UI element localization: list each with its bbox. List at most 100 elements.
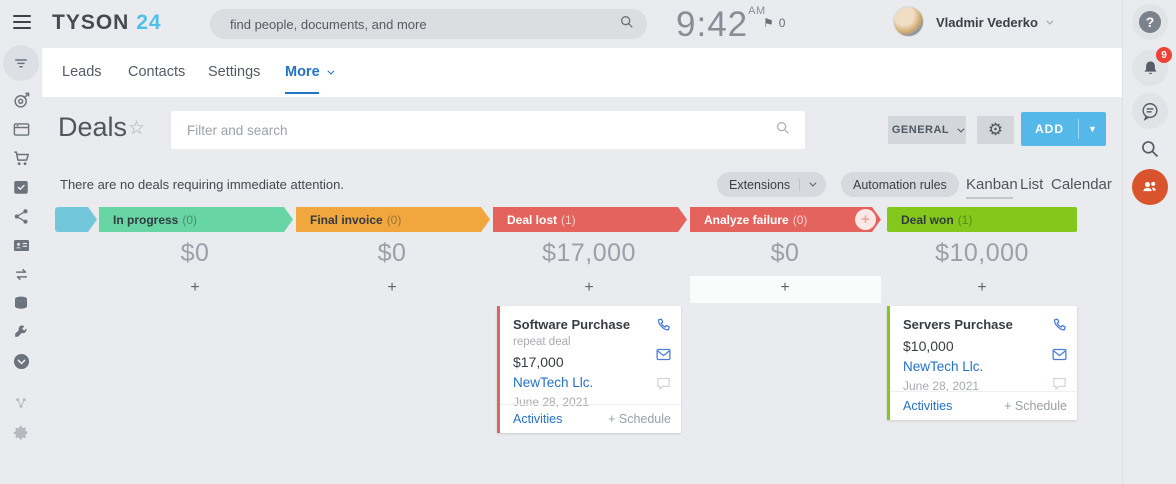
chat-button[interactable] bbox=[1132, 93, 1168, 129]
extensions-button[interactable]: Extensions bbox=[717, 172, 826, 197]
add-dropdown-caret[interactable]: ▼ bbox=[1079, 124, 1106, 134]
phone-icon[interactable] bbox=[1051, 317, 1068, 339]
filter-search-box[interactable] bbox=[171, 111, 805, 149]
column-total: $17,000 bbox=[542, 239, 636, 268]
sidebar-item-contacts[interactable] bbox=[10, 235, 32, 255]
stage-count: (0) bbox=[793, 213, 808, 227]
column-total: $10,000 bbox=[935, 239, 1029, 268]
global-search[interactable] bbox=[210, 9, 647, 39]
schedule-link[interactable]: + Schedule bbox=[1004, 399, 1067, 413]
tab-settings[interactable]: Settings bbox=[208, 64, 260, 80]
share-network-icon bbox=[12, 207, 31, 226]
people-icon bbox=[1140, 177, 1160, 197]
stage-final-invoice[interactable]: Final invoice (0) bbox=[296, 207, 490, 232]
help-icon: ? bbox=[1139, 11, 1161, 33]
settings-gear-button[interactable]: ⚙ bbox=[977, 116, 1014, 144]
view-calendar[interactable]: Calendar bbox=[1051, 176, 1112, 193]
sidebar-item-storage[interactable] bbox=[10, 293, 32, 313]
active-view-underline bbox=[966, 197, 1013, 199]
wrench-icon bbox=[13, 324, 30, 341]
deal-title[interactable]: Servers Purchase bbox=[903, 317, 1065, 332]
gear-icon: ⚙ bbox=[988, 120, 1003, 140]
user-avatar[interactable] bbox=[893, 6, 924, 37]
add-stage-button[interactable]: + bbox=[855, 209, 876, 230]
left-icon-rail bbox=[0, 48, 42, 484]
tab-contacts[interactable]: Contacts bbox=[128, 64, 185, 80]
automation-rules-button[interactable]: Automation rules bbox=[841, 172, 959, 197]
chevron-down-icon bbox=[810, 180, 817, 187]
sidebar-item-structure[interactable] bbox=[10, 393, 32, 413]
view-list[interactable]: List bbox=[1020, 176, 1043, 193]
tab-leads[interactable]: Leads bbox=[62, 64, 102, 80]
stage-name: Deal lost bbox=[507, 213, 557, 227]
stage-name: Analyze failure bbox=[704, 213, 789, 227]
deal-company-link[interactable]: NewTech Llc. bbox=[513, 375, 669, 390]
deal-contact-actions bbox=[1051, 317, 1068, 397]
search-icon bbox=[619, 14, 635, 35]
stage-stub[interactable] bbox=[55, 207, 97, 232]
stage-analyze-failure[interactable]: Analyze failure (0) bbox=[690, 207, 881, 232]
email-icon[interactable] bbox=[1051, 346, 1068, 368]
stage-deal-won[interactable]: Deal won (1) bbox=[887, 207, 1077, 232]
tab-more[interactable]: More bbox=[285, 64, 332, 80]
page-title: Deals bbox=[58, 112, 127, 143]
quick-add-deal-button[interactable]: + bbox=[977, 279, 986, 297]
sidebar-item-filter[interactable] bbox=[3, 45, 39, 81]
quick-add-deal-button[interactable]: + bbox=[584, 279, 593, 297]
tab-more-label: More bbox=[285, 64, 320, 80]
global-search-input[interactable] bbox=[230, 17, 619, 32]
activities-link[interactable]: Activities bbox=[513, 412, 562, 426]
automation-label: Automation rules bbox=[853, 178, 947, 192]
quick-add-deal-button[interactable]: + bbox=[190, 279, 199, 297]
extensions-label: Extensions bbox=[729, 178, 790, 192]
deal-card-footer: Activities + Schedule bbox=[890, 391, 1077, 420]
filter-search-input[interactable] bbox=[187, 123, 775, 138]
general-dropdown-button[interactable]: GENERAL bbox=[888, 116, 966, 144]
attention-message: There are no deals requiring immediate a… bbox=[60, 177, 344, 192]
activities-link[interactable]: Activities bbox=[903, 399, 952, 413]
sidebar-item-shop[interactable] bbox=[10, 148, 32, 168]
stage-name: Deal won bbox=[901, 213, 954, 227]
notifications-button[interactable]: 9 bbox=[1132, 50, 1168, 86]
hamburger-menu-icon[interactable] bbox=[13, 15, 31, 29]
stage-name: In progress bbox=[113, 213, 178, 227]
flag-icon: ⚑ bbox=[763, 16, 774, 30]
stage-in-progress[interactable]: In progress (0) bbox=[99, 207, 293, 232]
filter-icon bbox=[12, 54, 30, 72]
favorite-star-icon[interactable]: ☆ bbox=[128, 117, 145, 140]
clock[interactable]: 9:42AM bbox=[676, 5, 766, 45]
quick-add-deal-button[interactable]: + bbox=[780, 279, 789, 297]
deal-title[interactable]: Software Purchase bbox=[513, 317, 669, 332]
sidebar-item-tasks[interactable] bbox=[10, 177, 32, 197]
search-icon bbox=[1140, 139, 1160, 159]
stage-name: Final invoice bbox=[310, 213, 383, 227]
quick-add-deal-button[interactable]: + bbox=[387, 279, 396, 297]
column-total: $0 bbox=[181, 239, 210, 268]
chevron-down-icon bbox=[958, 125, 965, 132]
panel-search-button[interactable] bbox=[1132, 136, 1168, 162]
deal-company-link[interactable]: NewTech Llc. bbox=[903, 359, 1065, 374]
phone-icon[interactable] bbox=[655, 317, 672, 339]
view-kanban[interactable]: Kanban bbox=[966, 176, 1018, 193]
sidebar-item-more[interactable] bbox=[10, 351, 32, 371]
sidebar-item-target[interactable] bbox=[10, 90, 32, 110]
sidebar-item-settings-tools[interactable] bbox=[10, 322, 32, 342]
flag-counter[interactable]: ⚑ 0 bbox=[763, 16, 785, 30]
stage-deal-lost[interactable]: Deal lost (1) bbox=[493, 207, 687, 232]
add-button[interactable]: ADD ▼ bbox=[1021, 112, 1106, 146]
sidebar-item-network[interactable] bbox=[10, 206, 32, 226]
help-button[interactable]: ? bbox=[1132, 4, 1168, 40]
sidebar-item-sites[interactable] bbox=[10, 119, 32, 139]
deal-card-servers-purchase[interactable]: Servers Purchase $10,000 NewTech Llc. Ju… bbox=[887, 306, 1077, 420]
schedule-link[interactable]: + Schedule bbox=[608, 412, 671, 426]
invite-users-button[interactable] bbox=[1132, 169, 1168, 205]
notifications-badge: 9 bbox=[1156, 47, 1172, 63]
crm-app: TYSON 24 9:42AM ⚑ 0 Vladmir Vederko bbox=[0, 0, 1176, 484]
user-menu[interactable]: Vladmir Vederko bbox=[936, 15, 1051, 30]
comment-icon[interactable] bbox=[655, 375, 672, 397]
email-icon[interactable] bbox=[655, 346, 672, 368]
chat-icon bbox=[1140, 101, 1160, 121]
deal-card-software-purchase[interactable]: Software Purchase repeat deal $17,000 Ne… bbox=[497, 306, 681, 433]
sidebar-item-configure[interactable] bbox=[10, 422, 32, 442]
sidebar-item-sync[interactable] bbox=[10, 264, 32, 284]
